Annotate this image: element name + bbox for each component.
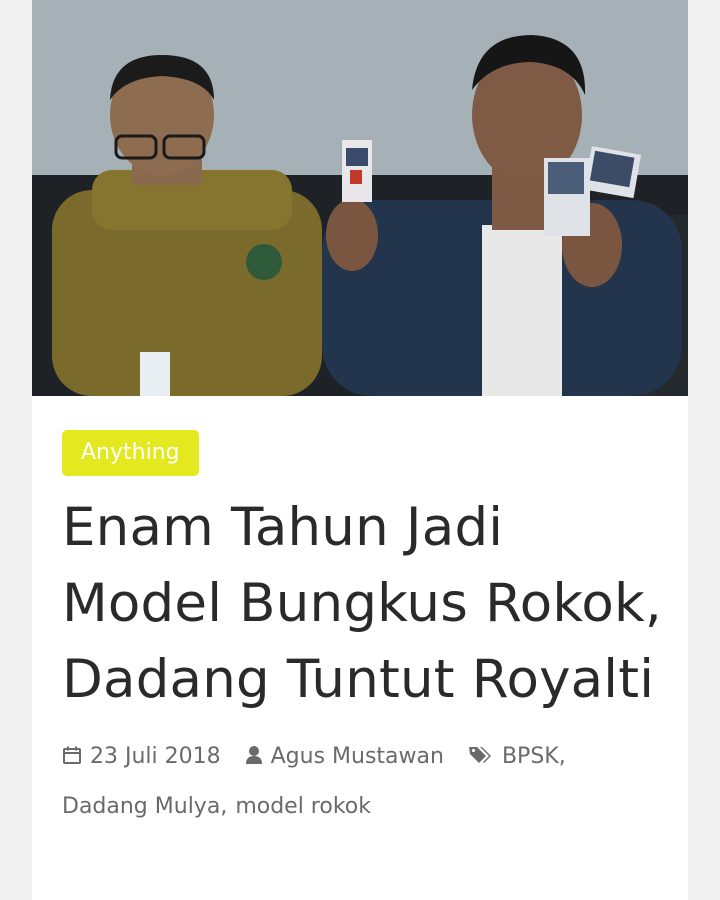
- tag-separator: ,: [220, 794, 228, 819]
- user-icon: [245, 746, 262, 764]
- tag-separator: ,: [558, 744, 566, 769]
- article-card: Anything Enam Tahun Jadi Model Bungkus R…: [32, 0, 688, 900]
- calendar-icon: [63, 746, 81, 764]
- article-title[interactable]: Enam Tahun Jadi Model Bungkus Rokok, Dad…: [62, 490, 662, 718]
- tag-link-model-rokok[interactable]: model rokok: [235, 794, 371, 819]
- post-date-text: 23 Juli 2018: [90, 744, 221, 769]
- post-tags-continued: Dadang Mulya, model rokok: [62, 782, 371, 832]
- featured-image[interactable]: [32, 0, 688, 396]
- article-meta: 23 Juli 2018 Agus Mustawan BPSK, Dadang …: [62, 732, 662, 832]
- post-author-text: Agus Mustawan: [270, 744, 444, 769]
- post-author[interactable]: Agus Mustawan: [245, 732, 444, 782]
- tags-icon: [468, 747, 491, 763]
- tag-link-dadang-mulya[interactable]: Dadang Mulya: [62, 794, 220, 819]
- category-badge[interactable]: Anything: [62, 430, 199, 476]
- post-date[interactable]: 23 Juli 2018: [62, 732, 221, 782]
- tag-link-bpsk[interactable]: BPSK: [502, 744, 559, 769]
- post-tags: BPSK,: [468, 732, 574, 782]
- article-content: Anything Enam Tahun Jadi Model Bungkus R…: [62, 430, 662, 832]
